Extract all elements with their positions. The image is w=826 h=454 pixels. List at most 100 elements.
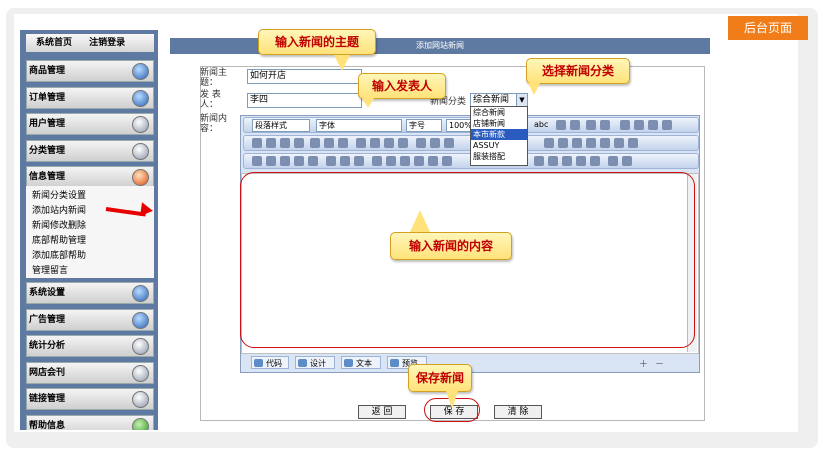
anchor-icon[interactable] (442, 156, 452, 166)
menu-help[interactable]: 帮助信息 (26, 415, 154, 430)
tab-text[interactable]: 文本 (341, 356, 381, 369)
copy-icon[interactable] (266, 138, 276, 148)
paste-text-icon[interactable] (294, 138, 304, 148)
paste-icon[interactable] (280, 138, 290, 148)
image-icon[interactable] (544, 138, 554, 148)
table-edit-icon[interactable] (340, 156, 350, 166)
paragraph-style-select[interactable]: 段落样式 (252, 119, 310, 132)
plus-icon[interactable]: ＋ (639, 357, 648, 370)
flash-icon[interactable] (558, 138, 568, 148)
clean-icon[interactable] (338, 138, 348, 148)
category-option[interactable]: 店铺新闻 (471, 118, 527, 129)
insert-image-icon[interactable] (252, 156, 262, 166)
lowercase-icon[interactable] (600, 120, 610, 130)
document-icon[interactable] (308, 156, 318, 166)
info-icon (132, 169, 149, 186)
submenu-messages[interactable]: 管理留言 (32, 264, 154, 279)
insert-media-icon[interactable] (266, 156, 276, 166)
find-icon[interactable] (310, 138, 320, 148)
pointer-icon[interactable] (398, 138, 408, 148)
justify-icon[interactable] (662, 120, 672, 130)
cut-icon[interactable] (252, 138, 262, 148)
preview-icon[interactable] (590, 156, 600, 166)
author-input[interactable]: 李四 (247, 93, 362, 108)
strikethrough-button[interactable]: abc (534, 120, 548, 129)
page-title: 添加网站新闻 (170, 38, 710, 54)
submenu-edit-news[interactable]: 新闻修改删除 (32, 219, 154, 234)
sidebar: 系统首页 注销登录 商品管理 订单管理 用户管理 分类管理 信息管理 新闻分类设… (20, 30, 158, 430)
category-option[interactable]: ASSUY (471, 140, 527, 151)
globe-icon[interactable] (586, 138, 596, 148)
menu-journal[interactable]: 网店会刊 (26, 362, 154, 384)
clear-button[interactable]: 清 除 (494, 405, 542, 419)
table-icon[interactable] (628, 138, 638, 148)
redo-icon[interactable] (370, 138, 380, 148)
menu-label: 订单管理 (29, 93, 66, 103)
minus-icon[interactable]: － (655, 357, 664, 370)
menu-settings[interactable]: 系统设置 (26, 282, 154, 304)
table-insert-icon[interactable] (326, 156, 336, 166)
date-icon[interactable] (562, 156, 572, 166)
attachment-icon[interactable] (294, 156, 304, 166)
person-icon (132, 63, 149, 80)
menu-users[interactable]: 用户管理 (26, 113, 154, 135)
category-option[interactable]: 综合新闻 (471, 107, 527, 118)
time-icon[interactable] (576, 156, 586, 166)
category-select[interactable]: 综合新闻 ▼ (470, 93, 528, 107)
smiley-icon[interactable] (534, 156, 544, 166)
media-icon[interactable] (572, 138, 582, 148)
menu-info[interactable]: 信息管理 (26, 166, 154, 188)
font-size-select[interactable]: 字号 (406, 119, 442, 132)
tab-design[interactable]: 设计 (295, 356, 335, 369)
special-char-icon[interactable] (548, 156, 558, 166)
submenu-news-category[interactable]: 新闻分类设置 (32, 189, 154, 204)
unordered-list-icon[interactable] (430, 138, 440, 148)
preview-icon (390, 359, 399, 367)
submenu-footer-help[interactable]: 底部帮助管理 (32, 234, 154, 249)
home-link[interactable]: 系统首页 (36, 38, 72, 48)
form-icon[interactable] (386, 156, 396, 166)
callout-tail (362, 98, 374, 108)
save-icon[interactable] (608, 156, 618, 166)
frame-icon[interactable] (372, 156, 382, 166)
back-button[interactable]: 返 回 (358, 405, 406, 419)
tab-code[interactable]: 代码 (251, 356, 289, 369)
color-icon[interactable] (614, 138, 624, 148)
link-icon[interactable] (428, 156, 438, 166)
category-option-highlighted[interactable]: 本市新款 (471, 129, 527, 140)
font-select[interactable]: 字体 (316, 119, 402, 132)
page-badge: 后台页面 (728, 16, 808, 40)
chevron-down-icon: ▼ (516, 94, 527, 106)
align-left-icon[interactable] (620, 120, 630, 130)
logout-link[interactable]: 注销登录 (89, 38, 125, 48)
ordered-list-icon[interactable] (416, 138, 426, 148)
menu-stats[interactable]: 统计分析 (26, 335, 154, 357)
superscript-icon[interactable] (556, 120, 566, 130)
uppercase-icon[interactable] (586, 120, 596, 130)
tab-label: 代码 (266, 359, 282, 368)
insert-link-icon[interactable] (280, 156, 290, 166)
category-option[interactable]: 服装搭配 (471, 151, 527, 162)
submenu-add-footer-help[interactable]: 添加底部帮助 (32, 249, 154, 264)
subject-input[interactable]: 如何开店 (247, 69, 362, 84)
menu-label: 链接管理 (29, 394, 66, 404)
delete-icon[interactable] (324, 138, 334, 148)
grid-icon[interactable] (354, 156, 364, 166)
menu-orders[interactable]: 订单管理 (26, 87, 154, 109)
input-icon[interactable] (414, 156, 424, 166)
select-icon[interactable] (384, 138, 394, 148)
align-right-icon[interactable] (648, 120, 658, 130)
callout-tail (410, 210, 430, 232)
menu-products[interactable]: 商品管理 (26, 60, 154, 82)
menu-links[interactable]: 链接管理 (26, 388, 154, 410)
undo-icon[interactable] (356, 138, 366, 148)
menu-ads[interactable]: 广告管理 (26, 309, 154, 331)
hr-icon[interactable] (400, 156, 410, 166)
indent-icon[interactable] (444, 138, 454, 148)
anchor-icon[interactable] (600, 138, 610, 148)
info-icon[interactable] (622, 156, 632, 166)
subscript-icon[interactable] (570, 120, 580, 130)
menu-categories[interactable]: 分类管理 (26, 140, 154, 162)
align-center-icon[interactable] (634, 120, 644, 130)
text-icon (344, 359, 353, 367)
